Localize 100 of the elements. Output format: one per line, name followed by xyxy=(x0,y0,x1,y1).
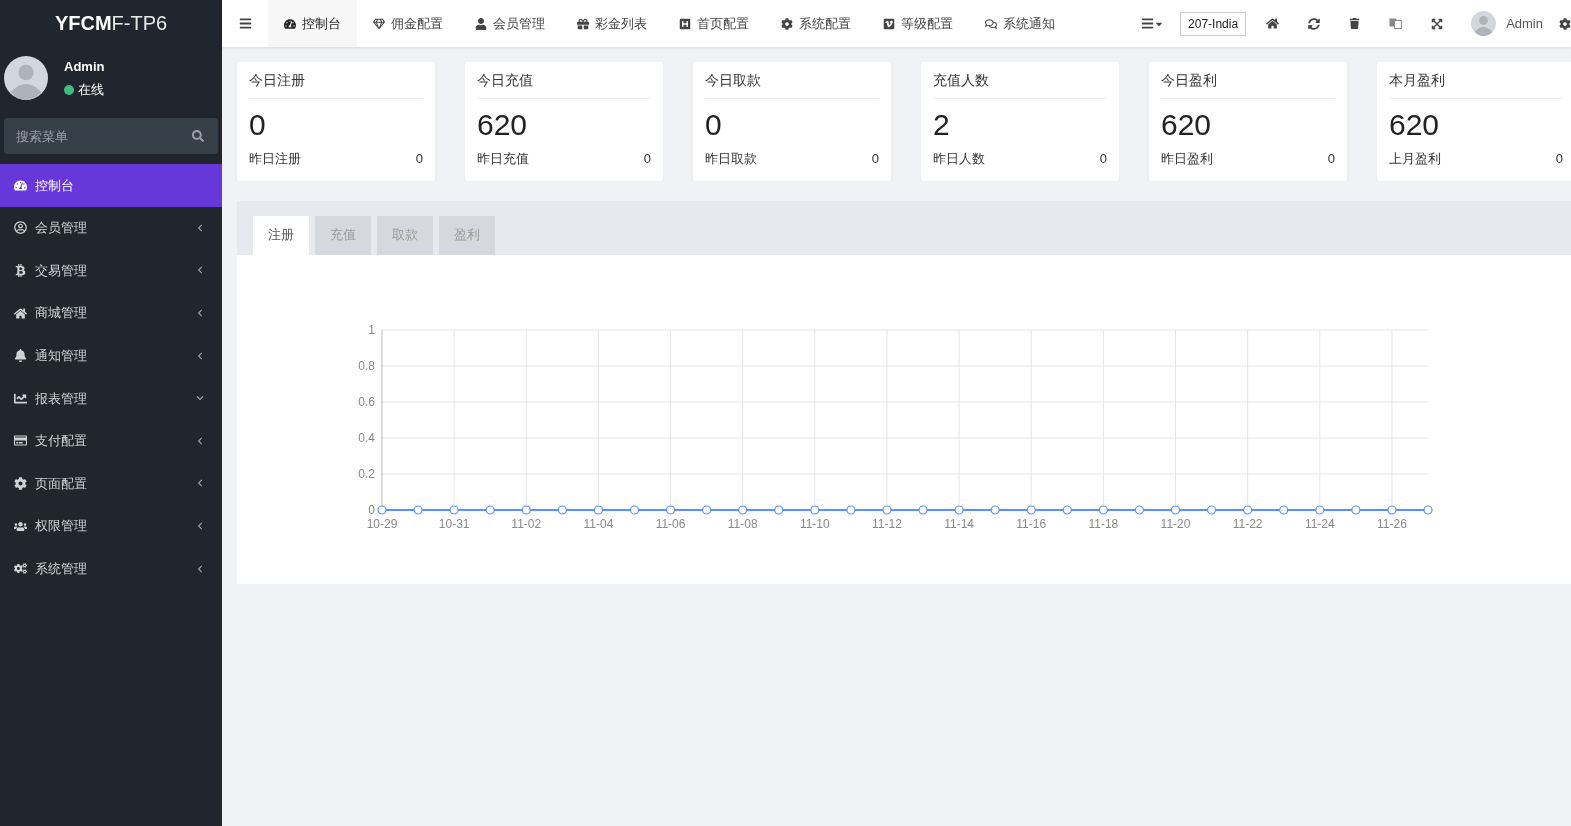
data-point xyxy=(629,504,640,515)
data-point xyxy=(702,504,712,515)
x-tick-label: 11-18 xyxy=(1088,516,1119,531)
sidebar-item[interactable]: 通知管理 xyxy=(0,334,222,377)
nav-tab[interactable]: 控制台 xyxy=(268,0,357,47)
bell-icon xyxy=(14,349,27,363)
sidebar-item[interactable]: 页面配置 xyxy=(0,462,222,505)
home-icon xyxy=(14,306,27,320)
user-avatar xyxy=(1471,11,1497,36)
y-tick-label: 0.6 xyxy=(358,394,375,409)
x-tick-label: 11-14 xyxy=(944,516,974,531)
stat-title: 今日取款 xyxy=(705,70,761,90)
stat-value: 620 xyxy=(477,107,529,143)
sidebar-item[interactable]: 权限管理 xyxy=(0,504,222,548)
home-icon xyxy=(1266,17,1280,30)
refresh-icon xyxy=(1307,17,1320,30)
dashboard-icon xyxy=(14,178,27,192)
stat-title: 今日注册 xyxy=(249,70,305,90)
data-point xyxy=(449,504,459,515)
gear-icon xyxy=(781,17,793,30)
data-point xyxy=(1315,504,1325,515)
data-point xyxy=(918,504,928,515)
nav-tab[interactable]: 系统通知 xyxy=(969,0,1071,47)
nav-tab[interactable]: 系统配置 xyxy=(765,0,867,47)
x-tick-label: 11-04 xyxy=(583,516,614,531)
credit-card-icon xyxy=(14,434,27,448)
stat-value: 0 xyxy=(249,107,267,143)
y-tick-label: 0 xyxy=(368,502,375,517)
sidebar-item[interactable]: 会员管理 xyxy=(0,206,222,250)
x-tick-label: 11-12 xyxy=(872,516,902,531)
data-point xyxy=(1062,504,1072,515)
gears-icon xyxy=(14,562,27,576)
stat-sub-value: 0 xyxy=(643,150,651,168)
settings-icon[interactable] xyxy=(1559,17,1571,30)
data-point xyxy=(882,504,892,515)
nav-tab[interactable]: 等级配置 xyxy=(867,0,969,47)
data-point xyxy=(665,504,676,515)
stat-sub-label: 昨日取款 xyxy=(705,150,757,168)
data-point xyxy=(377,504,387,515)
expand-icon xyxy=(1430,17,1443,30)
x-tick-label: 10-31 xyxy=(438,516,470,531)
stat-sub-label: 昨日人数 xyxy=(933,150,985,168)
user-icon xyxy=(475,17,487,30)
nav-tab[interactable]: 首页配置 xyxy=(663,0,765,47)
data-point xyxy=(1098,504,1108,515)
search-field[interactable]: 搜索菜单 xyxy=(4,118,218,154)
x-tick-label: 11-20 xyxy=(1160,516,1191,531)
data-point xyxy=(593,504,603,515)
stat-title: 今日盈利 xyxy=(1161,70,1217,90)
x-tick-label: 11-08 xyxy=(727,516,758,531)
stat-value: 2 xyxy=(933,107,951,143)
stat-sub-label: 昨日注册 xyxy=(249,150,301,168)
data-point xyxy=(1134,504,1145,515)
admin-name: Admin xyxy=(1506,14,1543,33)
data-point xyxy=(485,504,495,515)
x-tick-label: 11-10 xyxy=(799,516,830,531)
brand-logo: YFCMF-TP6 xyxy=(53,11,169,36)
sidebar-item[interactable]: 商城管理 xyxy=(0,291,222,335)
stat-sub-label: 上月盈利 xyxy=(1389,150,1441,168)
chart-tab[interactable]: 注册 xyxy=(253,215,309,255)
dashboard-icon xyxy=(284,17,296,30)
data-point xyxy=(774,504,784,515)
search-icon xyxy=(192,130,204,142)
y-tick-label: 0.2 xyxy=(358,466,375,481)
x-tick-label: 10-29 xyxy=(366,516,398,531)
stat-title: 本月盈利 xyxy=(1389,70,1445,90)
x-tick-label: 11-02 xyxy=(511,516,542,531)
stat-sub-label: 昨日充值 xyxy=(477,150,529,168)
x-tick-label: 11-26 xyxy=(1377,516,1407,531)
comments-icon xyxy=(985,17,997,30)
sidebar-item[interactable]: 交易管理 xyxy=(0,249,222,292)
x-tick-label: 11-16 xyxy=(1016,516,1047,531)
data-point xyxy=(1423,504,1433,515)
data-point xyxy=(846,504,856,515)
sidebar-item[interactable]: 系统管理 xyxy=(0,547,222,590)
menu-icon xyxy=(238,17,252,30)
sidebar-item[interactable]: 报表管理 xyxy=(0,376,222,420)
data-point xyxy=(810,504,820,515)
x-tick-label: 11-24 xyxy=(1304,516,1335,531)
site-selector[interactable]: 207-India xyxy=(1180,11,1247,36)
stat-title: 今日充值 xyxy=(477,70,533,90)
data-point xyxy=(1387,504,1397,515)
user-status: 在线 xyxy=(78,81,104,99)
data-point xyxy=(1170,504,1181,515)
data-point xyxy=(521,504,531,515)
y-tick-label: 0.4 xyxy=(358,430,375,445)
data-point xyxy=(1026,504,1036,515)
data-point xyxy=(557,504,567,515)
nav-tab[interactable]: 彩金列表 xyxy=(561,0,663,47)
sidebar-item[interactable]: 控制台 xyxy=(0,164,222,207)
stat-sub-value: 0 xyxy=(871,150,879,168)
nav-tab[interactable]: 会员管理 xyxy=(459,0,561,47)
y-tick-label: 1 xyxy=(368,322,375,337)
y-tick-label: 0.8 xyxy=(358,358,375,373)
nav-tab[interactable]: 佣金配置 xyxy=(357,0,459,47)
gear-icon xyxy=(14,476,27,490)
user-avatar xyxy=(4,56,48,100)
sidebar-item[interactable]: 支付配置 xyxy=(0,419,222,463)
data-point xyxy=(1279,504,1289,515)
line-chart-icon xyxy=(14,391,27,405)
